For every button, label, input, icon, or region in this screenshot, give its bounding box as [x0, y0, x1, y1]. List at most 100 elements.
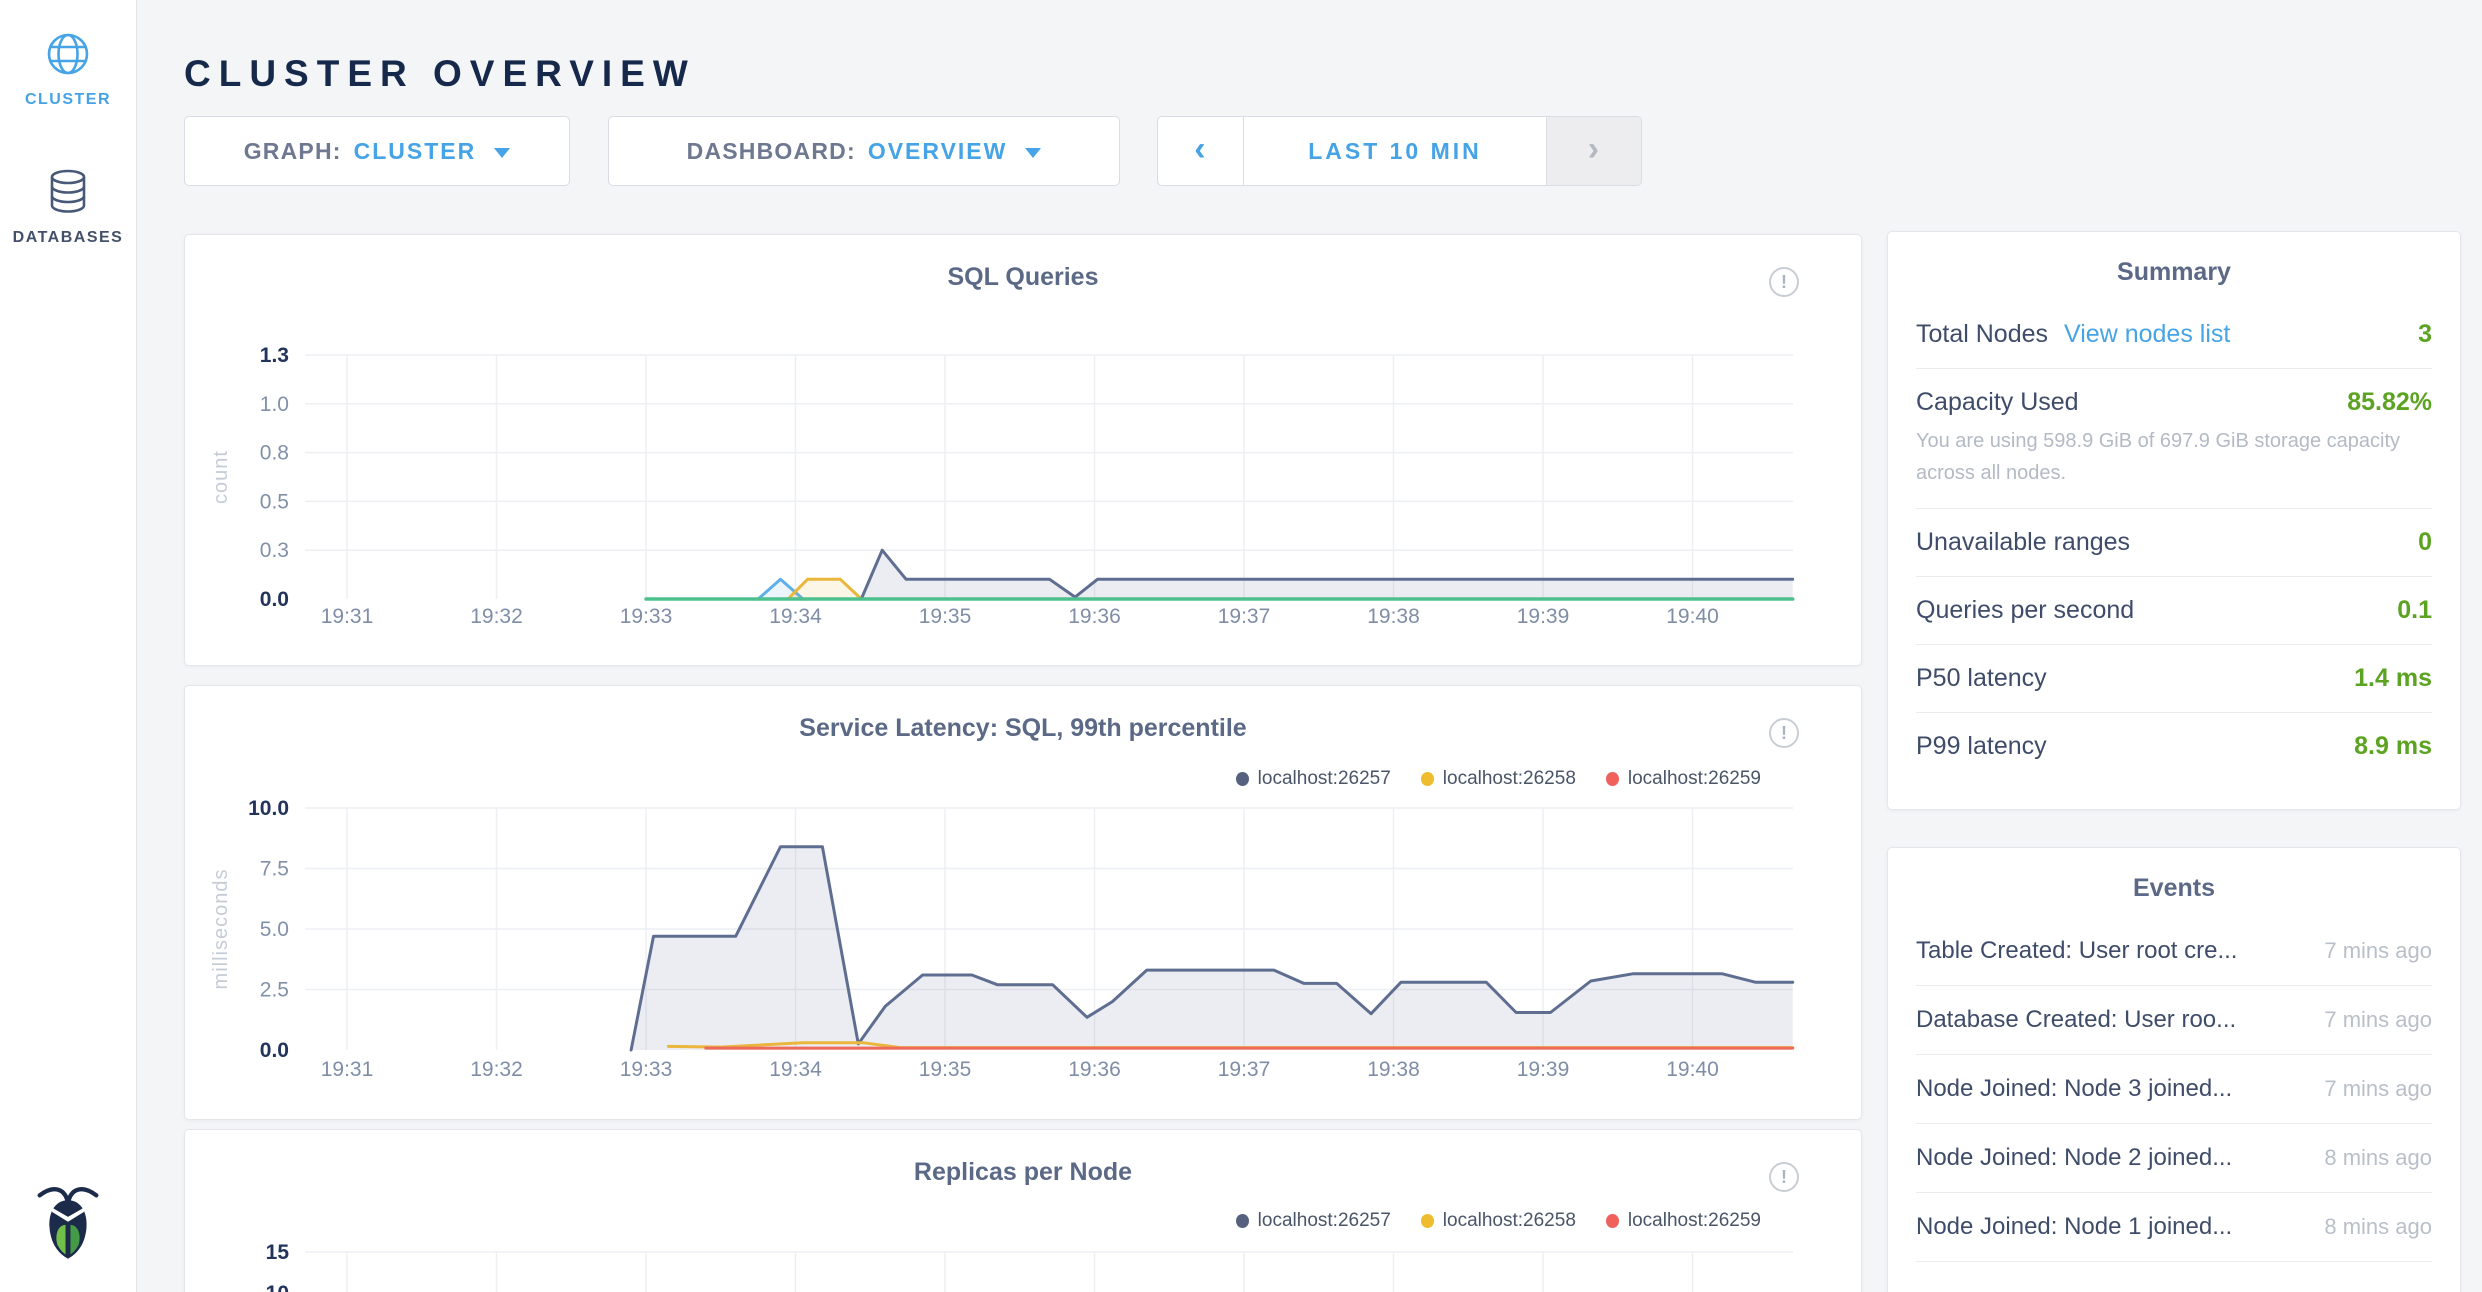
event-row: Node Joined: Node 3 joined... 7 mins ago	[1916, 1055, 2432, 1124]
x-tick-label: 19:37	[1218, 605, 1271, 628]
view-nodes-list-link[interactable]: View nodes list	[2064, 320, 2230, 349]
dashboard-dropdown-value: OVERVIEW	[868, 138, 1008, 165]
x-tick-label: 19:39	[1517, 605, 1570, 628]
event-row: Node Joined: Node 1 joined... 8 mins ago	[1916, 1193, 2432, 1262]
event-text: Node Joined: Node 1 joined...	[1916, 1213, 2232, 1241]
dashboard-dropdown-label: DASHBOARD:	[687, 138, 856, 165]
y-tick-label: 0.8	[260, 442, 289, 465]
chevron-down-icon	[1025, 148, 1041, 158]
chevron-left-icon: ‹	[1194, 130, 1207, 169]
x-tick-label: 19:35	[919, 1058, 972, 1081]
summary-row-value: 85.82%	[2347, 388, 2432, 417]
sidebar-item-databases[interactable]: DATABASES	[0, 168, 136, 247]
x-tick-label: 19:36	[1068, 605, 1121, 628]
y-axis-label: milliseconds	[210, 869, 232, 990]
event-row: Database Created: User roo... 7 mins ago	[1916, 986, 2432, 1055]
time-range-value[interactable]: LAST 10 MIN	[1244, 117, 1546, 185]
chevron-right-icon: ›	[1588, 130, 1601, 169]
summary-row-label: Queries per second	[1916, 596, 2134, 625]
y-tick-label: 0.5	[260, 490, 289, 513]
x-tick-label: 19:38	[1367, 605, 1420, 628]
summary-row: Queries per second 0.1	[1916, 577, 2432, 645]
x-tick-label: 19:31	[321, 605, 374, 628]
service-latency-panel: Service Latency: SQL, 99th percentile ! …	[184, 685, 1862, 1120]
summary-row-value: 3	[2418, 320, 2432, 349]
time-range-prev-button[interactable]: ‹	[1158, 117, 1244, 185]
event-text: Node Joined: Node 2 joined...	[1916, 1144, 2232, 1172]
sql-queries-panel: SQL Queries ! 19:3119:3219:3319:3419:351…	[184, 234, 1862, 666]
y-tick-label: 1.3	[260, 344, 289, 367]
time-range-next-button[interactable]: ›	[1546, 117, 1641, 185]
x-tick-label: 19:35	[919, 605, 972, 628]
y-tick-label: 0.0	[260, 588, 289, 611]
summary-row-label: P99 latency	[1916, 732, 2047, 761]
summary-row: P50 latency 1.4 ms	[1916, 645, 2432, 713]
summary-row-value: 0	[2418, 528, 2432, 557]
summary-row: Unavailable ranges 0	[1916, 509, 2432, 577]
event-row: Table Created: User root cre...7 mins ag…	[1916, 917, 2432, 986]
x-tick-label: 19:40	[1666, 1058, 1719, 1081]
summary-row-label: P50 latency	[1916, 664, 2047, 693]
series-area-localhost:26257	[631, 847, 1793, 1050]
events-panel: Events Table Created: User root cre...7 …	[1887, 847, 2461, 1292]
summary-row: Capacity Used 85.82% You are using 598.9 G…	[1916, 369, 2432, 509]
x-tick-label: 19:32	[470, 605, 523, 628]
sidebar-item-label: DATABASES	[0, 229, 136, 247]
y-tick-label: 5.0	[260, 918, 289, 941]
globe-icon	[44, 30, 92, 83]
series-area-localhost:26257-navy	[861, 550, 1792, 599]
time-range-control: ‹ LAST 10 MIN ›	[1157, 116, 1642, 186]
chart-plot[interactable]: 10 15	[185, 1130, 1863, 1292]
summary-row-subtext: You are using 598.9 GiB of 697.9 GiB sto…	[1916, 425, 2432, 489]
summary-row-label: Unavailable ranges	[1916, 528, 2130, 557]
y-tick-label: 15	[266, 1241, 290, 1264]
x-tick-label: 19:38	[1367, 1058, 1420, 1081]
summary-panel: Summary Total Nodes View nodes list 3 Capac…	[1887, 231, 2461, 810]
summary-rows: Total Nodes View nodes list 3 Capacity Used…	[1888, 301, 2460, 780]
graph-dropdown-value: CLUSTER	[354, 138, 477, 165]
event-time: 8 mins ago	[2310, 1145, 2432, 1171]
summary-row-value: 8.9 ms	[2354, 732, 2432, 761]
events-title: Events	[1888, 874, 2460, 903]
events-rows: Table Created: User root cre...7 mins ag…	[1888, 917, 2460, 1262]
chart-plot[interactable]: 19:3119:3219:3319:3419:3519:3619:3719:38…	[185, 686, 1863, 1121]
event-text: Database Created: User roo...	[1916, 1006, 2236, 1034]
x-tick-label: 19:40	[1666, 605, 1719, 628]
summary-row: P99 latency 8.9 ms	[1916, 713, 2432, 780]
summary-row-label: Capacity Used	[1916, 388, 2079, 417]
y-tick-label: 10	[266, 1282, 289, 1292]
chart-plot[interactable]: 19:31 19:32 19:33 19:34 19:35 19:36 19:37 19:38…	[185, 235, 1863, 667]
event-time: 7 mins ago	[2310, 938, 2432, 964]
event-text: Node Joined: Node 3 joined...	[1916, 1075, 2232, 1103]
x-tick-label: 19:34	[769, 605, 822, 628]
y-tick-label: 0.3	[260, 539, 289, 562]
dashboard-dropdown[interactable]: DASHBOARD: OVERVIEW	[608, 116, 1120, 186]
summary-row-label: Total Nodes	[1916, 320, 2048, 349]
summary-row: Total Nodes View nodes list 3	[1916, 301, 2432, 369]
graph-dropdown[interactable]: GRAPH: CLUSTER	[184, 116, 570, 186]
summary-row-value: 1.4 ms	[2354, 664, 2432, 693]
graph-dropdown-label: GRAPH:	[244, 138, 342, 165]
x-tick-label: 19:32	[470, 1058, 523, 1081]
sidebar: CLUSTER DATABASES	[0, 0, 137, 1292]
event-row: Node Joined: Node 2 joined... 8 mins ago	[1916, 1124, 2432, 1193]
replicas-per-node-panel: Replicas per Node ! localhost:26257local…	[184, 1129, 1862, 1292]
y-axis-label: count	[210, 450, 232, 504]
app-root: CLUSTER DATABASES	[0, 0, 2482, 1292]
event-time: 7 mins ago	[2310, 1007, 2432, 1033]
page-title: CLUSTER OVERVIEW	[184, 53, 696, 95]
x-tick-label: 19:34	[769, 1058, 822, 1081]
summary-title: Summary	[1888, 258, 2460, 287]
x-tick-label: 19:31	[321, 1058, 374, 1081]
event-time: 7 mins ago	[2310, 1076, 2432, 1102]
event-time: 8 mins ago	[2310, 1214, 2432, 1240]
sidebar-item-cluster[interactable]: CLUSTER	[0, 30, 136, 109]
x-tick-label: 19:33	[620, 1058, 673, 1081]
y-tick-label: 1.0	[260, 393, 289, 416]
x-tick-label: 19:33	[620, 605, 673, 628]
cockroach-logo	[0, 1183, 136, 1268]
chevron-down-icon	[494, 148, 510, 158]
summary-row-value: 0.1	[2397, 596, 2432, 625]
sidebar-item-label: CLUSTER	[0, 91, 136, 109]
x-tick-label: 19:37	[1218, 1058, 1271, 1081]
